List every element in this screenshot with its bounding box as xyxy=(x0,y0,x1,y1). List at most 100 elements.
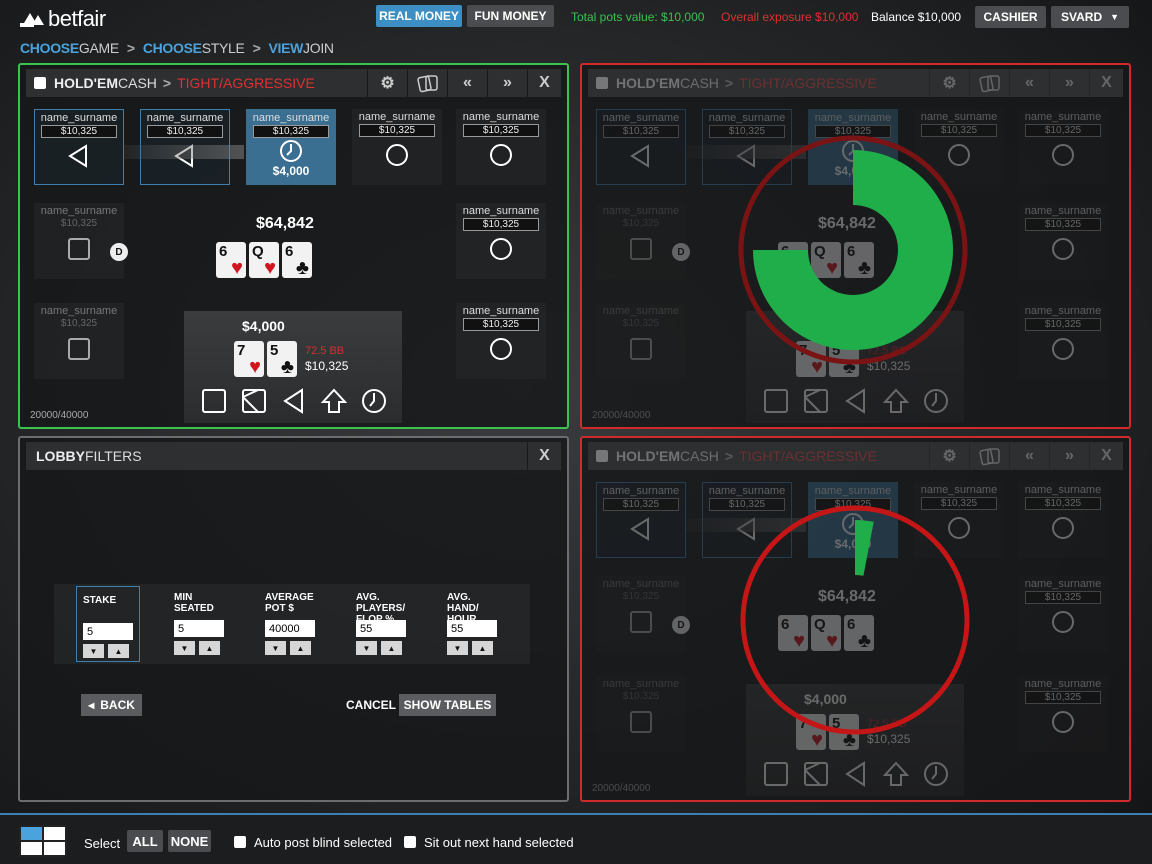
fun-money-button[interactable]: FUN MONEY xyxy=(467,5,554,27)
decrease-arrow-icon[interactable]: ▼ xyxy=(174,641,195,655)
pot-amount: $64,842 xyxy=(256,215,314,232)
players-flop-input[interactable] xyxy=(356,620,406,637)
seat-stack: $10,325 xyxy=(622,591,660,602)
back-button[interactable]: ◀ BACK xyxy=(81,694,142,716)
layout-grid-icon[interactable] xyxy=(19,825,67,857)
table-timer-ring xyxy=(740,505,970,735)
fold-card-icon[interactable] xyxy=(802,387,830,415)
increase-arrow-icon[interactable]: ▲ xyxy=(199,641,220,655)
cancel-button[interactable]: CANCEL xyxy=(346,698,396,712)
select-all-button[interactable]: ALL xyxy=(127,830,163,852)
rewind-icon[interactable]: « xyxy=(1009,69,1049,97)
close-filters-button[interactable]: X xyxy=(527,442,561,470)
seat[interactable]: name_surname $10,325 xyxy=(596,482,686,558)
back-arrow-icon[interactable] xyxy=(280,387,308,415)
seat-stack: $10,325 xyxy=(359,124,435,137)
average-pot-input[interactable] xyxy=(265,620,315,637)
filter-stake[interactable]: STAKE ▼ ▲ xyxy=(76,586,140,662)
seat-active[interactable]: name_surname $10,325 $4,000 xyxy=(246,109,336,185)
decrease-arrow-icon[interactable]: ▼ xyxy=(447,641,468,655)
hand-hour-input[interactable] xyxy=(447,620,497,637)
back-arrow-icon[interactable] xyxy=(842,760,870,788)
timer-clock-icon[interactable] xyxy=(360,387,388,415)
seat[interactable]: name_surname $10,325 xyxy=(456,203,546,279)
settings-gear-icon[interactable]: ⚙ xyxy=(929,442,969,470)
table-select-checkbox[interactable] xyxy=(34,77,46,89)
increase-arrow-icon[interactable]: ▲ xyxy=(108,644,129,658)
user-name: SVARD xyxy=(1061,10,1103,24)
raise-arrow-icon[interactable] xyxy=(882,387,910,415)
stake-input[interactable] xyxy=(83,623,133,640)
fast-forward-icon[interactable]: » xyxy=(487,69,527,97)
cards-icon[interactable] xyxy=(407,69,447,97)
raise-arrow-icon[interactable] xyxy=(882,760,910,788)
raise-arrow-icon[interactable] xyxy=(320,387,348,415)
seat[interactable]: name_surname $10,325 xyxy=(456,109,546,185)
decrease-arrow-icon[interactable]: ▼ xyxy=(83,644,104,658)
chevron-right-icon: > xyxy=(252,40,261,56)
decrease-arrow-icon[interactable]: ▼ xyxy=(356,641,377,655)
rewind-icon[interactable]: « xyxy=(1009,442,1049,470)
table-select-checkbox[interactable] xyxy=(596,77,608,89)
table-timer-ring xyxy=(738,135,968,365)
user-menu-button[interactable]: SVARD ▼ xyxy=(1051,6,1129,28)
cards-icon[interactable] xyxy=(969,442,1009,470)
sit-out-label: Sit out next hand selected xyxy=(424,835,574,850)
increase-arrow-icon[interactable]: ▲ xyxy=(290,641,311,655)
increase-arrow-icon[interactable]: ▲ xyxy=(472,641,493,655)
rewind-icon[interactable]: « xyxy=(447,69,487,97)
seat-stack: $10,325 xyxy=(147,125,223,138)
check-square-icon[interactable] xyxy=(200,387,228,415)
filter-hand-hour[interactable]: AVG. HAND/ HOUR ▼ ▲ xyxy=(441,584,505,655)
select-none-button[interactable]: NONE xyxy=(168,830,211,852)
table-panel-active[interactable]: HOLD'EM CASH > TIGHT/AGGRESSIVE ⚙ « » X … xyxy=(18,63,569,429)
seat[interactable]: name_surname $10,325 xyxy=(596,109,686,185)
close-table-button[interactable]: X xyxy=(527,69,561,97)
auto-post-checkbox[interactable] xyxy=(234,836,246,848)
filter-players-flop[interactable]: AVG. PLAYERS/ FLOP % ▼ ▲ xyxy=(350,584,422,655)
crumb-view-join[interactable]: VIEWJOIN xyxy=(268,40,334,56)
fast-forward-icon[interactable]: » xyxy=(1049,69,1089,97)
filter-average-pot[interactable]: AVERAGE POT $ ▼ ▲ xyxy=(259,584,323,655)
seat[interactable]: name_surname $10,325 xyxy=(1018,676,1108,752)
seat[interactable]: name_surname $10,325 xyxy=(1018,482,1108,558)
cashier-button[interactable]: CASHIER xyxy=(975,6,1046,28)
seat-empty[interactable]: name_surname $10,325 xyxy=(596,576,686,652)
min-seated-input[interactable] xyxy=(174,620,224,637)
show-tables-button[interactable]: SHOW TABLES xyxy=(399,694,496,716)
timer-clock-icon[interactable] xyxy=(922,387,950,415)
seat[interactable]: name_surname $10,325 xyxy=(456,303,546,379)
settings-gear-icon[interactable]: ⚙ xyxy=(929,69,969,97)
crumb-choose-style[interactable]: CHOOSESTYLE xyxy=(143,40,245,56)
settings-gear-icon[interactable]: ⚙ xyxy=(367,69,407,97)
real-money-button[interactable]: REAL MONEY xyxy=(376,5,462,27)
cards-icon[interactable] xyxy=(969,69,1009,97)
filter-min-seated[interactable]: MIN SEATED ▼ ▲ xyxy=(168,584,232,655)
seat-empty[interactable]: name_surname $10,325 xyxy=(596,203,686,279)
close-table-button[interactable]: X xyxy=(1089,442,1123,470)
seat[interactable]: name_surname $10,325 xyxy=(1018,303,1108,379)
sit-out-checkbox[interactable] xyxy=(404,836,416,848)
timer-clock-icon[interactable] xyxy=(922,760,950,788)
seat[interactable]: name_surname $10,325 xyxy=(1018,203,1108,279)
fast-forward-icon[interactable]: » xyxy=(1049,442,1089,470)
increase-arrow-icon[interactable]: ▲ xyxy=(381,641,402,655)
seat-empty[interactable]: name_surname $10,325 xyxy=(596,676,686,752)
check-square-icon[interactable] xyxy=(762,387,790,415)
back-arrow-icon[interactable] xyxy=(842,387,870,415)
seat[interactable]: name_surname $10,325 xyxy=(352,109,442,185)
check-square-icon[interactable] xyxy=(762,760,790,788)
seat-empty[interactable]: name_surname $10,325 xyxy=(596,303,686,379)
seat[interactable]: name_surname $10,325 xyxy=(1018,109,1108,185)
seat-empty[interactable]: name_surname $10,325 xyxy=(34,203,124,279)
crumb-choose-game[interactable]: CHOOSEGAME xyxy=(20,40,119,56)
table-select-checkbox[interactable] xyxy=(596,450,608,462)
fold-card-icon[interactable] xyxy=(802,760,830,788)
fold-card-icon[interactable] xyxy=(240,387,268,415)
seat[interactable]: name_surname $10,325 xyxy=(34,109,124,185)
seat-empty[interactable]: name_surname $10,325 xyxy=(34,303,124,379)
seat[interactable]: name_surname $10,325 xyxy=(1018,576,1108,652)
decrease-arrow-icon[interactable]: ▼ xyxy=(265,641,286,655)
close-table-button[interactable]: X xyxy=(1089,69,1123,97)
filter-label: AVG. HAND/ HOUR xyxy=(447,592,479,625)
